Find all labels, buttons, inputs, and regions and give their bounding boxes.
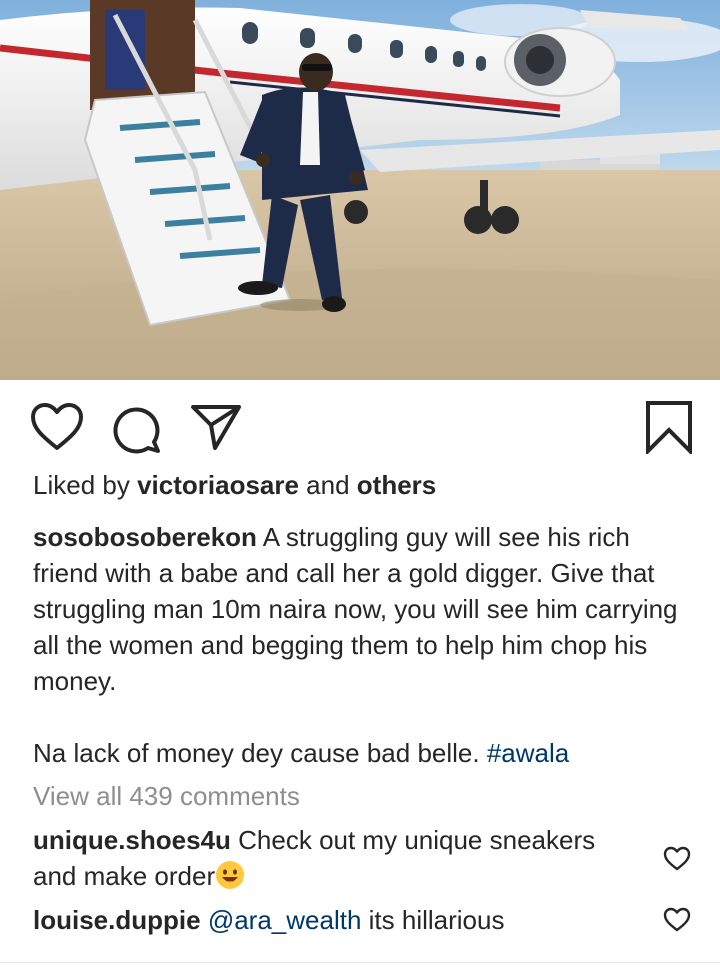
caption-line2-text: Na lack of money dey cause bad belle. — [33, 738, 487, 768]
paper-plane-icon[interactable] — [190, 403, 242, 451]
comment-username[interactable]: louise.duppie — [33, 905, 201, 935]
comment-username[interactable]: unique.shoes4u — [33, 825, 231, 855]
heart-outline-icon[interactable] — [30, 402, 84, 452]
likes-and: and — [298, 470, 357, 500]
post-photo[interactable] — [0, 0, 720, 380]
comment-bubble-icon[interactable] — [110, 404, 162, 454]
divider — [0, 962, 720, 963]
action-bar — [0, 380, 720, 470]
mention-link[interactable]: @ara_wealth — [208, 905, 362, 935]
comment-like-heart-icon[interactable] — [663, 846, 691, 872]
comment-item: unique.shoes4u Check out my unique sneak… — [33, 822, 633, 894]
caption-line2: Na lack of money dey cause bad belle. #a… — [33, 735, 693, 771]
comment-item: louise.duppie @ara_wealth its hillarious — [33, 902, 633, 938]
likes-others-link[interactable]: others — [357, 470, 436, 500]
comment-like-heart-icon[interactable] — [663, 907, 691, 933]
comment-text: its hillarious — [361, 905, 505, 935]
smiling-face-emoji — [216, 861, 245, 889]
instagram-post: Liked by victoriaosare and others sosobo… — [0, 0, 720, 972]
hashtag-link[interactable]: #awala — [487, 738, 569, 768]
caption-username[interactable]: sosobosoberekon — [33, 522, 257, 552]
bookmark-icon[interactable] — [644, 400, 694, 454]
likes-prefix: Liked by — [33, 470, 138, 500]
caption: sosobosoberekon A struggling guy will se… — [33, 519, 693, 699]
liked-by-user-link[interactable]: victoriaosare — [137, 470, 299, 500]
likes-line: Liked by victoriaosare and others — [33, 467, 693, 503]
view-all-comments-link[interactable]: View all 439 comments — [33, 778, 300, 814]
